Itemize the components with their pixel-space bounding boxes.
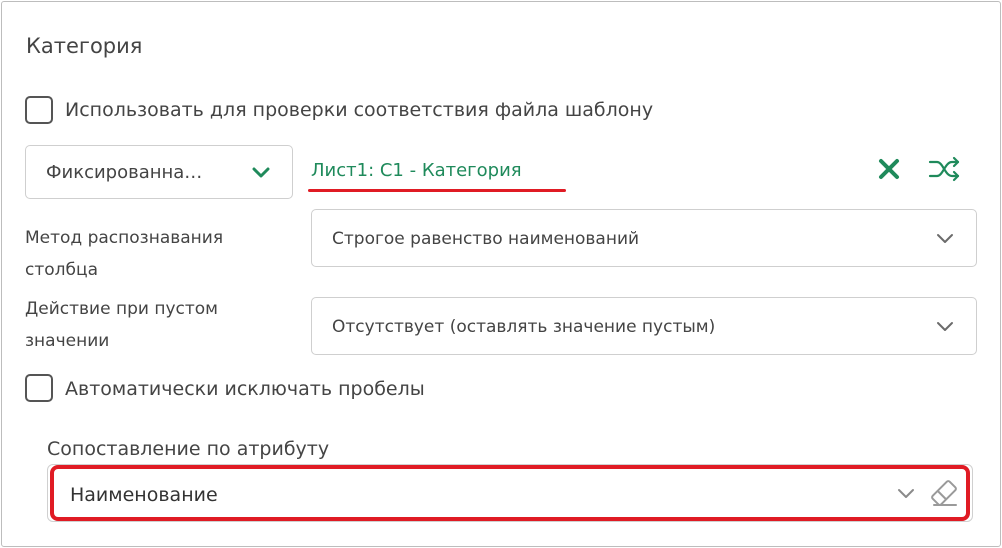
category-panel: Категория Использовать для проверки соот… bbox=[1, 1, 1001, 547]
eraser-icon[interactable] bbox=[928, 478, 960, 508]
attribute-mapping-select[interactable]: Наименование bbox=[50, 465, 970, 521]
recognition-method-label: Метод распознавания столбца bbox=[25, 228, 224, 280]
mapping-highlight-underline bbox=[308, 189, 566, 192]
chevron-down-icon bbox=[937, 322, 953, 331]
validate-checkbox[interactable] bbox=[25, 96, 53, 124]
shuffle-icon[interactable] bbox=[928, 154, 962, 184]
chevron-down-icon bbox=[937, 234, 953, 243]
empty-action-select[interactable]: Отсутствует (оставлять значение пустым) bbox=[311, 297, 977, 355]
trim-spaces-checkbox-label: Автоматически исключать пробелы bbox=[65, 378, 425, 400]
empty-action-value: Отсутствует (оставлять значение пустым) bbox=[332, 317, 716, 337]
source-mapping-text[interactable]: Лист1: C1 - Категория bbox=[311, 160, 522, 181]
source-type-select[interactable]: Фиксированна… bbox=[25, 145, 293, 199]
validate-checkbox-label: Использовать для проверки соответствия ф… bbox=[65, 99, 654, 121]
trim-spaces-checkbox[interactable] bbox=[25, 374, 53, 402]
chevron-down-icon[interactable] bbox=[895, 483, 917, 505]
recognition-method-value: Строгое равенство наименований bbox=[332, 229, 640, 249]
close-icon[interactable] bbox=[878, 158, 900, 180]
source-type-value: Фиксированна… bbox=[46, 162, 203, 183]
attribute-mapping-label: Сопоставление по атрибуту bbox=[47, 438, 330, 460]
empty-action-label: Действие при пустом значении bbox=[25, 299, 218, 351]
section-title: Категория bbox=[26, 34, 143, 58]
chevron-down-icon bbox=[252, 167, 270, 178]
attribute-mapping-value: Наименование bbox=[70, 484, 218, 506]
recognition-method-select[interactable]: Строгое равенство наименований bbox=[311, 209, 977, 267]
